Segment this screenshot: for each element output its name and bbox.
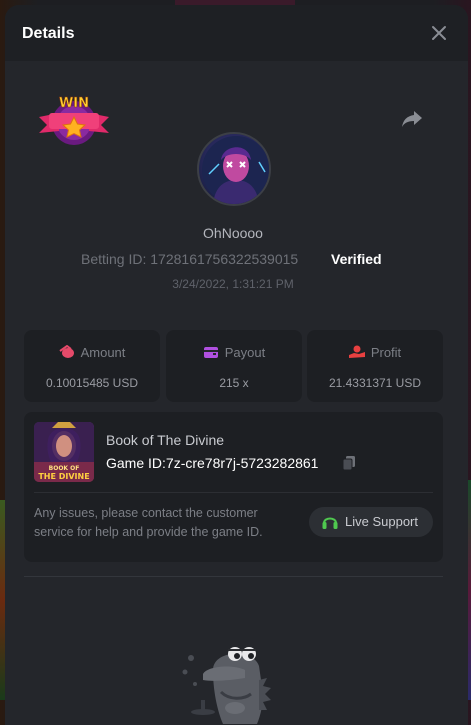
- support-message: Any issues, please contact the customer …: [34, 506, 263, 539]
- wallet-icon: [203, 347, 218, 358]
- details-modal: Details WIN OhNoooo Betting ID: 17281617…: [5, 5, 468, 725]
- betting-id-row: Betting ID: 1728161756322539015 Verified: [81, 251, 401, 267]
- stat-amount-value: 0.10015485 USD: [45, 376, 139, 390]
- bet-details: WIN OhNoooo Betting ID: 1728161756322539…: [5, 65, 468, 725]
- card-divider: [34, 492, 433, 493]
- share-button[interactable]: [400, 109, 424, 129]
- stat-profit: Profit 21.4331371 USD: [307, 330, 443, 402]
- modal-header: Details: [5, 5, 468, 61]
- game-card: BOOK OF THE DIVINE Book of The Divine Ga…: [24, 412, 443, 562]
- game-id-value: 7z-cre78r7j-5723282861: [165, 455, 319, 471]
- game-name[interactable]: Book of The Divine: [106, 432, 224, 448]
- copy-icon: [342, 456, 355, 471]
- stat-profit-value: 21.4331371 USD: [328, 376, 422, 390]
- game-id-label: Game ID:: [106, 455, 166, 471]
- live-support-label: Live Support: [345, 514, 418, 529]
- game-id: Game ID:7z-cre78r7j-5723282861: [106, 455, 318, 471]
- crocodile-mascot-icon: [173, 640, 283, 725]
- stat-profit-label: Profit: [370, 345, 402, 360]
- hand-coin-icon: [348, 345, 365, 358]
- svg-text:BOOK OF: BOOK OF: [49, 465, 80, 472]
- betting-id-value: 1728161756322539015: [150, 251, 299, 267]
- stat-amount: Amount 0.10015485 USD: [24, 330, 160, 402]
- section-divider: [24, 576, 443, 577]
- avatar: [197, 132, 271, 206]
- stat-payout-label: Payout: [224, 345, 266, 360]
- close-button[interactable]: [430, 24, 448, 42]
- coins-icon: [59, 344, 74, 358]
- verified-badge: Verified: [331, 251, 382, 267]
- share-icon: [402, 111, 422, 127]
- copy-button[interactable]: [341, 455, 357, 471]
- modal-title: Details: [22, 25, 75, 42]
- win-badge-icon: WIN: [37, 93, 111, 147]
- stat-payout-value: 215 x: [219, 376, 249, 390]
- live-support-button[interactable]: Live Support: [309, 507, 433, 537]
- svg-text:WIN: WIN: [59, 96, 89, 111]
- close-icon: [432, 26, 446, 40]
- stat-amount-label: Amount: [80, 345, 126, 360]
- stat-payout: Payout 215 x: [166, 330, 302, 402]
- bet-stats: Amount 0.10015485 USD Payout 215 x Profi…: [24, 330, 443, 402]
- username: OhNoooo: [203, 225, 263, 241]
- svg-text:THE DIVINE: THE DIVINE: [38, 472, 89, 481]
- headset-icon: [322, 517, 338, 529]
- game-thumbnail[interactable]: BOOK OF THE DIVINE: [34, 422, 94, 482]
- bet-timestamp: 3/24/2022, 1:31:21 PM: [172, 277, 294, 291]
- betting-id-label: Betting ID:: [81, 251, 147, 267]
